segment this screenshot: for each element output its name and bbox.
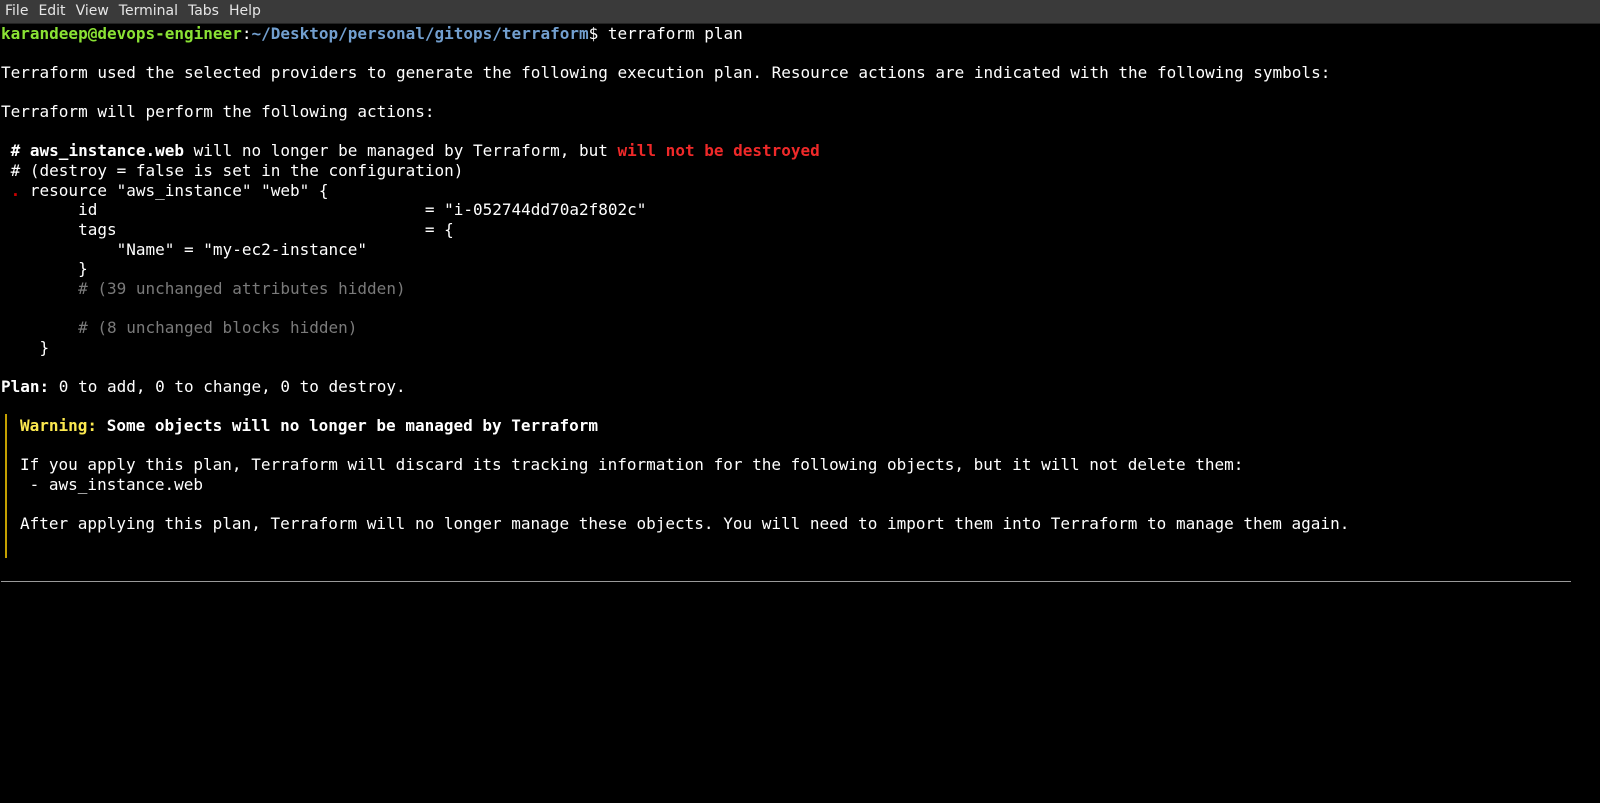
actions-line: Terraform will perform the following act… — [1, 102, 435, 121]
menu-bar: File Edit View Terminal Tabs Help — [0, 0, 1600, 24]
not-destroyed-text: will not be destroyed — [617, 141, 820, 160]
menu-tabs[interactable]: Tabs — [183, 0, 224, 23]
unchanged-blocks-line: # (8 unchanged blocks hidden) — [1, 318, 358, 337]
resource-close-line: } — [1, 338, 50, 357]
unchanged-attributes-line: # (39 unchanged attributes hidden) — [1, 279, 406, 298]
resource-decl-line: . resource "aws_instance" "web" { — [1, 181, 329, 201]
warning-title-line: Warning: Some objects will no longer be … — [20, 416, 598, 436]
name-tag-line: "Name" = "my-ec2-instance" — [1, 240, 368, 259]
prompt-path: ~/Desktop/personal/gitops/terraform — [251, 24, 589, 43]
plan-summary-line: Plan: 0 to add, 0 to change, 0 to destro… — [1, 377, 406, 397]
warning-side-bar — [5, 414, 7, 558]
menu-edit[interactable]: Edit — [33, 0, 70, 23]
resource-address: aws_instance.web — [29, 141, 185, 160]
warning-body-line-2: After applying this plan, Terraform will… — [20, 514, 1350, 533]
id-attribute-line: id = "i-052744dd70a2f802c" — [1, 200, 647, 219]
forget-symbol: . — [1, 181, 21, 200]
divider — [1, 581, 1571, 582]
warning-body-line-1: If you apply this plan, Terraform will d… — [20, 455, 1244, 474]
prompt-command: terraform plan — [598, 24, 743, 43]
warning-label: Warning: — [20, 416, 98, 435]
tags-close-line: } — [1, 259, 88, 278]
menu-help[interactable]: Help — [224, 0, 266, 23]
menu-view[interactable]: View — [71, 0, 114, 23]
warning-title: Some objects will no longer be managed b… — [97, 416, 598, 435]
resource-header-line: # aws_instance.web will no longer be man… — [1, 141, 820, 161]
no-longer-managed-text: will no longer be managed by Terraform, … — [184, 141, 618, 160]
warning-item-line: - aws_instance.web — [20, 475, 204, 494]
destroy-comment-line: # (destroy = false is set in the configu… — [1, 161, 464, 180]
terminal-output[interactable]: karandeep@devops-engineer:~/Desktop/pers… — [1, 24, 1599, 606]
menu-terminal[interactable]: Terminal — [114, 0, 183, 23]
plan-summary: 0 to add, 0 to change, 0 to destroy. — [49, 377, 406, 396]
prompt-user-host: karandeep@devops-engineer — [1, 24, 242, 43]
plan-label: Plan: — [1, 377, 50, 396]
comment-hash: # — [1, 141, 30, 160]
tags-attribute-line: tags = { — [1, 220, 454, 239]
resource-decl: resource "aws_instance" "web" { — [20, 181, 329, 200]
prompt-dollar: $ — [588, 24, 599, 43]
intro-line: Terraform used the selected providers to… — [1, 63, 1331, 82]
prompt-line: karandeep@devops-engineer:~/Desktop/pers… — [1, 24, 743, 44]
menu-file[interactable]: File — [0, 0, 33, 23]
